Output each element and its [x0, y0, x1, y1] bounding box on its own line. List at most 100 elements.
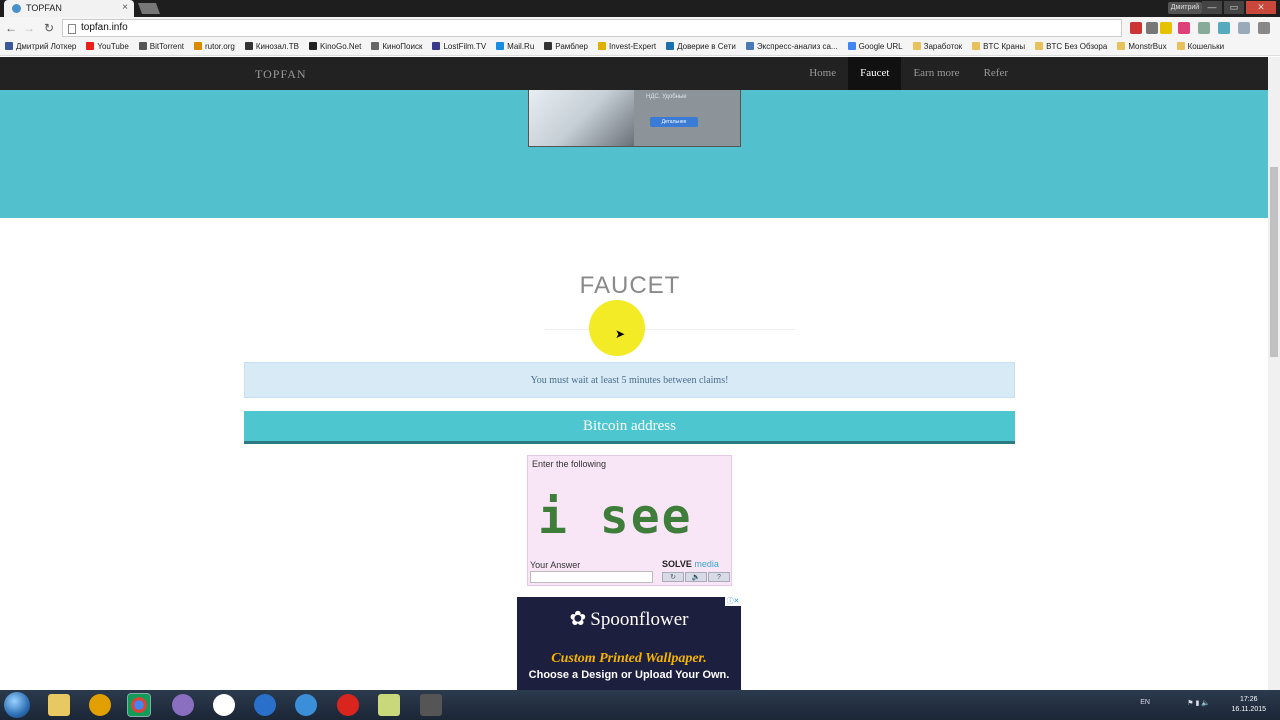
profile-button[interactable]: Дмитрий [1168, 2, 1202, 14]
bookmark-item[interactable]: rutor.org [189, 39, 240, 51]
bookmark-icon [371, 42, 380, 50]
back-button[interactable]: ← [4, 21, 18, 35]
extension-flag-icon[interactable] [1130, 22, 1142, 34]
media-app-icon[interactable] [420, 694, 442, 716]
new-tab-button[interactable] [137, 3, 161, 14]
nav-earn-more[interactable]: Earn more [901, 57, 971, 90]
bookmark-item[interactable]: BitTorrent [134, 39, 189, 51]
bookmark-icon [194, 42, 203, 50]
hero-section: НДС. Удобные Детальнее [0, 90, 1268, 218]
bookmark-item[interactable]: Заработок [908, 39, 968, 51]
bookmark-star-icon[interactable] [1160, 22, 1172, 34]
page-scrollbar[interactable] [1268, 57, 1280, 690]
spoonflower-ad[interactable]: ⓘ✕ ✿ Spoonflower Custom Printed Wallpaper… [517, 597, 741, 690]
extension-icon[interactable] [1238, 22, 1250, 34]
bookmark-icon [1035, 42, 1044, 50]
bookmark-item[interactable]: Google URL [843, 39, 908, 51]
scrollbar-thumb[interactable] [1270, 167, 1278, 357]
captcha-answer-label: Your Answer [530, 560, 581, 570]
address-bar[interactable]: topfan.info [62, 19, 1122, 37]
tray-icons[interactable]: ⚑ ▮ 🔈 [1187, 699, 1210, 707]
bookmarks-bar: Дмитрий Лоткер YouTube BitTorrent rutor.org… [0, 39, 1280, 56]
notes-icon[interactable] [378, 694, 400, 716]
extension-icon[interactable] [1198, 22, 1210, 34]
bookmark-item[interactable]: Экспресс-анализ са... [741, 39, 843, 51]
ad-subline: Choose a Design or Upload Your Own. [528, 669, 730, 681]
bookmark-icon [544, 42, 553, 50]
bookmark-item[interactable]: Рамблер [539, 39, 593, 51]
bookmark-item[interactable]: YouTube [81, 39, 133, 51]
extension-se-icon[interactable] [1178, 22, 1190, 34]
bookmark-item[interactable]: Invest-Expert [593, 39, 661, 51]
bookmark-item[interactable]: BTC Без Обзора [1030, 39, 1112, 51]
forward-button[interactable]: → [22, 21, 36, 35]
ad-logo-text: Spoonflower [590, 609, 689, 630]
bookmark-icon [666, 42, 675, 50]
captcha-help-icon[interactable]: ? [708, 572, 730, 582]
bookmark-icon [972, 42, 981, 50]
bookmark-item[interactable]: BTC Краны [967, 39, 1030, 51]
minimize-button[interactable]: — [1202, 1, 1222, 14]
yandex-icon[interactable] [213, 694, 235, 716]
start-button-icon[interactable] [4, 692, 30, 718]
ad-image [529, 90, 634, 146]
maximize-button[interactable]: ▭ [1224, 1, 1244, 14]
ad-close-icon[interactable]: ⓘ✕ [725, 597, 741, 606]
reload-button[interactable]: ↻ [42, 21, 56, 35]
bookmark-label: Доверие в Сети [677, 42, 736, 51]
explorer-icon[interactable] [48, 694, 70, 716]
nav-refer[interactable]: Refer [972, 57, 1020, 90]
close-window-button[interactable]: ✕ [1246, 1, 1276, 14]
captcha-audio-icon[interactable]: 🔈 [685, 572, 707, 582]
browser-tab[interactable]: TOPFAN × [4, 0, 134, 17]
captcha-header: Enter the following [532, 459, 607, 469]
bookmark-label: Экспресс-анализ са... [756, 42, 838, 51]
captcha-answer-input[interactable] [530, 571, 653, 583]
bookmark-icon [496, 42, 505, 50]
bookmark-item[interactable]: MonstrBux [1112, 39, 1171, 51]
internet-explorer-icon[interactable] [295, 694, 317, 716]
banner-ad[interactable]: НДС. Удобные Детальнее [528, 90, 741, 147]
site-navbar: TOPFAN Home Faucet Earn more Refer [0, 57, 1268, 90]
bookmark-item[interactable]: Кинозал.ТВ [240, 39, 304, 51]
tab-close-icon[interactable]: × [122, 2, 128, 13]
extension-translate-icon[interactable] [1146, 22, 1158, 34]
menu-icon[interactable] [1258, 22, 1270, 34]
bookmark-icon [1117, 42, 1126, 50]
site-brand[interactable]: TOPFAN [255, 67, 307, 82]
browser-icon[interactable] [254, 694, 276, 716]
bookmark-item[interactable]: Дмитрий Лоткер [0, 39, 81, 51]
bitcoin-address-button[interactable]: Bitcoin address [244, 411, 1015, 444]
ad-copy: НДС. Удобные Детальнее [634, 90, 740, 146]
tor-icon[interactable] [172, 694, 194, 716]
captcha-refresh-icon[interactable]: ↻ [662, 572, 684, 582]
ad-button[interactable]: Детальнее [650, 117, 698, 127]
language-indicator[interactable]: EN [1140, 699, 1150, 706]
opera-icon[interactable] [337, 694, 359, 716]
bookmark-item[interactable]: LostFilm.TV [427, 39, 491, 51]
site-nav-links: Home Faucet Earn more Refer [797, 57, 1020, 90]
bookmark-label: Google URL [858, 42, 903, 51]
bookmark-item[interactable]: КиноПоиск [366, 39, 427, 51]
bookmark-label: BitTorrent [149, 42, 185, 51]
extension-icon[interactable] [1218, 22, 1230, 34]
bookmark-label: BTC Без Обзора [1046, 42, 1108, 51]
bookmark-icon [1176, 42, 1185, 50]
app-icon[interactable] [89, 694, 111, 716]
bookmark-item[interactable]: KinoGo.Net [304, 39, 366, 51]
bookmark-item[interactable]: Mail.Ru [491, 39, 539, 51]
bookmark-item[interactable]: Доверие в Сети [661, 39, 741, 51]
system-clock[interactable]: 17:26 16.11.2015 [1231, 695, 1266, 715]
nav-home[interactable]: Home [797, 57, 848, 90]
bookmark-label: Invest-Expert [609, 42, 657, 51]
ad-headline: Custom Printed Wallpaper. [551, 651, 707, 666]
bookmark-label: Кинозал.ТВ [255, 42, 299, 51]
clock-date: 16.11.2015 [1231, 706, 1266, 713]
nav-faucet[interactable]: Faucet [848, 57, 902, 90]
tab-title: TOPFAN [26, 3, 62, 13]
bookmark-icon [86, 42, 95, 50]
chrome-icon[interactable] [127, 693, 151, 717]
site-favicon-icon [12, 4, 21, 13]
bookmark-icon [432, 42, 441, 50]
bookmark-item[interactable]: Кошельки [1172, 39, 1230, 51]
